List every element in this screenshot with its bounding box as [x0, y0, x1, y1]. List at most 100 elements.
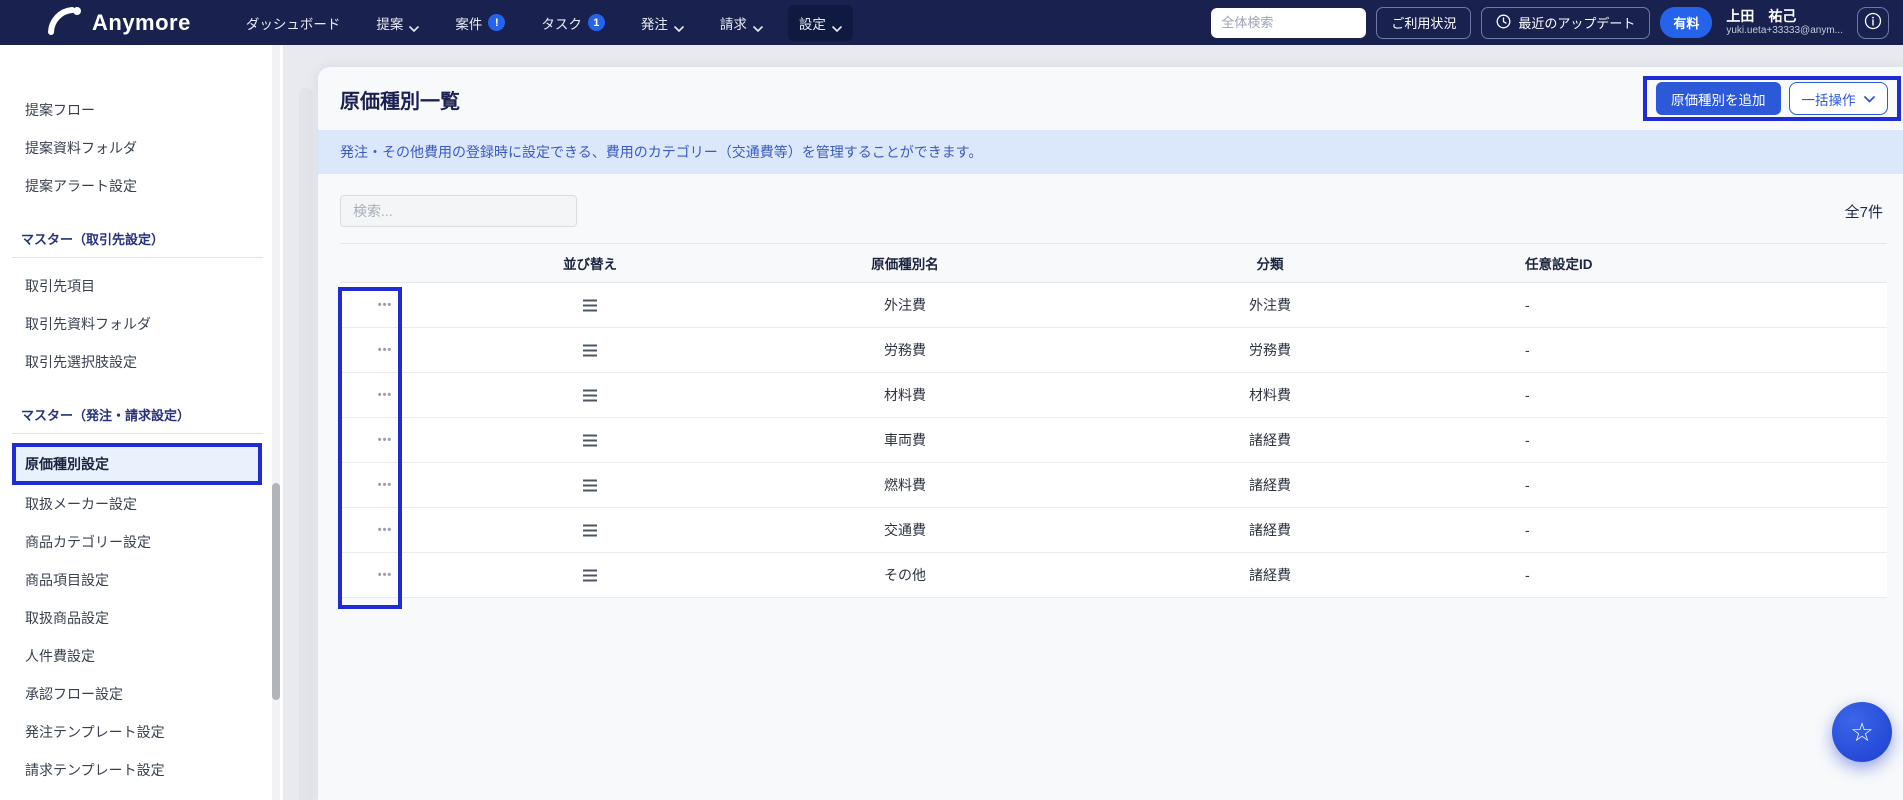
- drag-handle-icon[interactable]: [582, 569, 598, 582]
- main-menu: ダッシュボード 提案 案件 ! タスク 1 発注 請求: [235, 5, 853, 41]
- sidebar-item-label: 取引先資料フォルダ: [25, 314, 151, 334]
- cost-type-custom-id: -: [1480, 432, 1887, 448]
- total-count: 全7件: [1845, 201, 1883, 222]
- bulk-actions-label: 一括操作: [1802, 89, 1856, 109]
- usage-status-label: ご利用状況: [1391, 13, 1456, 32]
- nav-item-deals[interactable]: 案件 !: [444, 5, 516, 41]
- nav-item-dashboard[interactable]: ダッシュボード: [235, 5, 352, 41]
- drag-handle-icon[interactable]: [582, 434, 598, 447]
- row-menu-button[interactable]: •••: [378, 479, 393, 491]
- anymore-logo-icon: [46, 4, 82, 41]
- sidebar-item-client-fields[interactable]: 取引先項目: [0, 267, 283, 305]
- sidebar-item-label: 提案フロー: [25, 100, 95, 120]
- table-header-name: 原価種別名: [750, 253, 1060, 273]
- user-email: yuki.ueta+33333@anym...: [1726, 25, 1843, 38]
- nav-item-invoice[interactable]: 請求: [709, 5, 774, 41]
- sidebar-item-proposal-folder[interactable]: 提案資料フォルダ: [0, 129, 283, 167]
- table-row: ••• その他 諸経費 -: [340, 553, 1887, 598]
- star-fab-button[interactable]: ☆: [1832, 702, 1892, 762]
- cost-type-name: 交通費: [750, 520, 1060, 540]
- drag-handle-icon[interactable]: [582, 524, 598, 537]
- nav-label: ダッシュボード: [246, 13, 341, 33]
- sidebar-item-label: 原価種別設定: [25, 454, 109, 474]
- brand[interactable]: Anymore: [46, 4, 191, 41]
- sidebar-item-product-fields[interactable]: 商品項目設定: [0, 561, 283, 599]
- tasks-count-badge: 1: [588, 14, 605, 31]
- recent-updates-button[interactable]: 最近のアップデート: [1481, 7, 1650, 39]
- sidebar-item-proposal-flow[interactable]: 提案フロー: [0, 91, 283, 129]
- recent-updates-label: 最近のアップデート: [1518, 13, 1635, 32]
- sidebar-item-invoice-template[interactable]: 請求テンプレート設定: [0, 751, 283, 789]
- cost-type-custom-id: -: [1480, 522, 1887, 538]
- sidebar-item-label: 提案アラート設定: [25, 176, 137, 196]
- divider: [12, 257, 263, 258]
- sidebar-item-client-folder[interactable]: 取引先資料フォルダ: [0, 305, 283, 343]
- row-menu-button[interactable]: •••: [378, 524, 393, 536]
- drag-handle-icon[interactable]: [582, 299, 598, 312]
- sidebar-item-product-category[interactable]: 商品カテゴリー設定: [0, 523, 283, 561]
- sidebar-scrollbar-thumb[interactable]: [272, 483, 280, 700]
- nav-item-proposal[interactable]: 提案: [365, 5, 430, 41]
- cost-type-custom-id: -: [1480, 477, 1887, 493]
- table-row: ••• 車両費 諸経費 -: [340, 418, 1887, 463]
- cost-type-table: 並び替え 原価種別名 分類 任意設定ID ••• 外注費 外注費 - ••• 労…: [340, 243, 1887, 598]
- chevron-down-icon: [1864, 91, 1875, 106]
- row-menu-button[interactable]: •••: [378, 434, 393, 446]
- nav-label: 設定: [799, 13, 826, 33]
- nav-label: 提案: [376, 13, 403, 33]
- row-menu-button[interactable]: •••: [378, 299, 393, 311]
- nav-item-tasks[interactable]: タスク 1: [530, 5, 616, 41]
- table-search-input[interactable]: [340, 195, 577, 227]
- add-cost-type-label: 原価種別を追加: [1671, 93, 1766, 108]
- sidebar-item-label: 人件費設定: [25, 646, 95, 666]
- drag-handle-icon[interactable]: [582, 389, 598, 402]
- sidebar-item-label: 商品項目設定: [25, 570, 109, 590]
- sidebar-item-labor-cost[interactable]: 人件費設定: [0, 637, 283, 675]
- cost-type-category: 材料費: [1060, 385, 1480, 405]
- plan-badge: 有料: [1660, 7, 1712, 38]
- sidebar-item-label: 取引先選択肢設定: [25, 352, 137, 372]
- divider: [12, 433, 263, 434]
- cost-type-name: 労務費: [750, 340, 1060, 360]
- add-cost-type-button[interactable]: 原価種別を追加: [1656, 82, 1781, 115]
- sidebar-item-proposal-alert[interactable]: 提案アラート設定: [0, 167, 283, 205]
- sidebar-item-order-template[interactable]: 発注テンプレート設定: [0, 713, 283, 751]
- content-card: 原価種別一覧 発注・その他費用の登録時に設定できる、費用のカテゴリー（交通費等）…: [318, 67, 1903, 800]
- sidebar-item-approval-flow[interactable]: 承認フロー設定: [0, 675, 283, 713]
- global-search-input[interactable]: [1211, 8, 1366, 38]
- user-name: 上田 祐己: [1726, 8, 1843, 26]
- nav-item-order[interactable]: 発注: [630, 5, 695, 41]
- table-header-sort: 並び替え: [430, 253, 750, 273]
- star-icon: ☆: [1850, 717, 1873, 748]
- table-row: ••• 材料費 材料費 -: [340, 373, 1887, 418]
- sidebar-item-cost-type-settings[interactable]: 原価種別設定: [25, 443, 109, 485]
- info-button[interactable]: [1857, 7, 1889, 39]
- drag-handle-icon[interactable]: [582, 344, 598, 357]
- table-header-row: 並び替え 原価種別名 分類 任意設定ID: [340, 243, 1887, 283]
- deals-alert-badge: !: [488, 14, 505, 31]
- cost-type-name: その他: [750, 565, 1060, 585]
- chevron-down-icon: [674, 20, 684, 26]
- nav-label: 案件: [455, 13, 482, 33]
- row-menu-button[interactable]: •••: [378, 344, 393, 356]
- table-row: ••• 燃料費 諸経費 -: [340, 463, 1887, 508]
- sidebar-item-label: 発注テンプレート設定: [25, 722, 165, 742]
- sidebar-item-client-choices[interactable]: 取引先選択肢設定: [0, 343, 283, 381]
- content-scrollbar-track[interactable]: [299, 88, 313, 800]
- cost-type-custom-id: -: [1480, 567, 1887, 583]
- user-block[interactable]: 上田 祐己 yuki.ueta+33333@anym...: [1726, 8, 1843, 38]
- sidebar-item-maker-settings[interactable]: 取扱メーカー設定: [0, 485, 283, 523]
- description-banner: 発注・その他費用の登録時に設定できる、費用のカテゴリー（交通費等）を管理すること…: [318, 130, 1903, 174]
- chevron-down-icon: [409, 20, 419, 26]
- cost-type-custom-id: -: [1480, 342, 1887, 358]
- row-menu-button[interactable]: •••: [378, 389, 393, 401]
- row-menu-button[interactable]: •••: [378, 569, 393, 581]
- usage-status-button[interactable]: ご利用状況: [1376, 7, 1471, 39]
- nav-item-settings[interactable]: 設定: [788, 5, 853, 41]
- brand-name: Anymore: [92, 10, 191, 36]
- table-row: ••• 労務費 労務費 -: [340, 328, 1887, 373]
- bulk-actions-button[interactable]: 一括操作: [1789, 82, 1888, 115]
- sidebar-item-label: 取引先項目: [25, 276, 95, 296]
- sidebar-item-products[interactable]: 取扱商品設定: [0, 599, 283, 637]
- drag-handle-icon[interactable]: [582, 479, 598, 492]
